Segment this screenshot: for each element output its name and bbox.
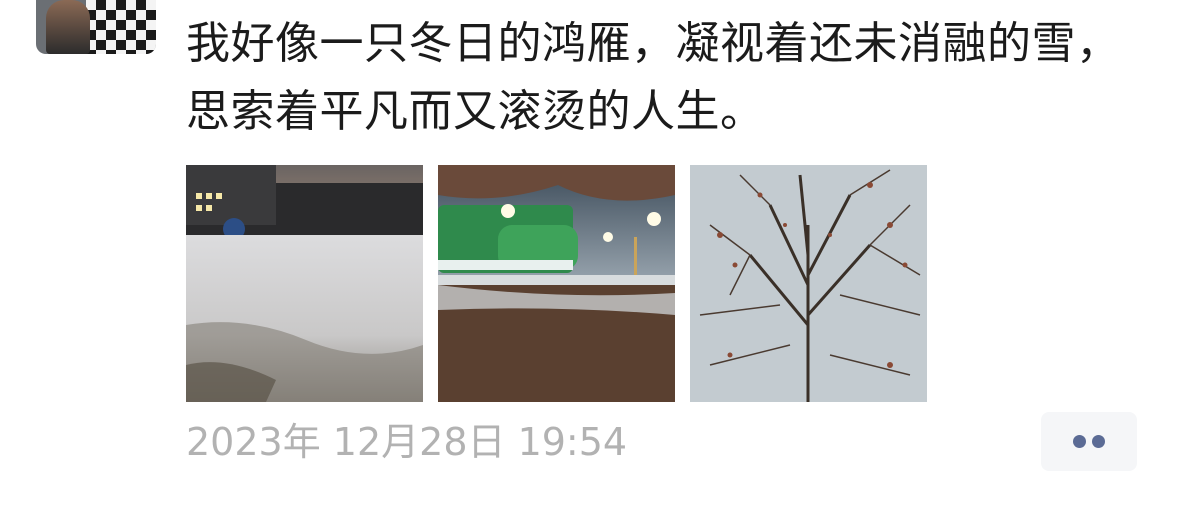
photo-park-lamps[interactable] <box>438 165 675 402</box>
avatar-background <box>86 0 156 54</box>
two-dots-icon <box>1073 435 1086 448</box>
moments-post: 我好像一只冬日的鸿雁，凝视着还未消融的雪，思索着平凡而又滚烫的人生。 2023年… <box>0 0 1179 510</box>
more-actions-button[interactable] <box>1041 412 1137 471</box>
photo-bare-tree[interactable] <box>690 165 927 402</box>
avatar-person <box>46 0 90 54</box>
avatar[interactable] <box>36 0 156 54</box>
two-dots-icon-second-dot <box>1092 435 1105 448</box>
photo-park-lamps-image <box>438 165 675 402</box>
photo-snowy-field[interactable] <box>186 165 423 402</box>
photo-grid <box>186 165 927 402</box>
photo-snowy-field-image <box>186 165 423 402</box>
post-text: 我好像一只冬日的鸿雁，凝视着还未消融的雪，思索着平凡而又滚烫的人生。 <box>186 18 1121 137</box>
photo-bare-tree-image <box>690 165 927 402</box>
post-timestamp: 2023年 12月28日 19:54 <box>186 420 628 464</box>
